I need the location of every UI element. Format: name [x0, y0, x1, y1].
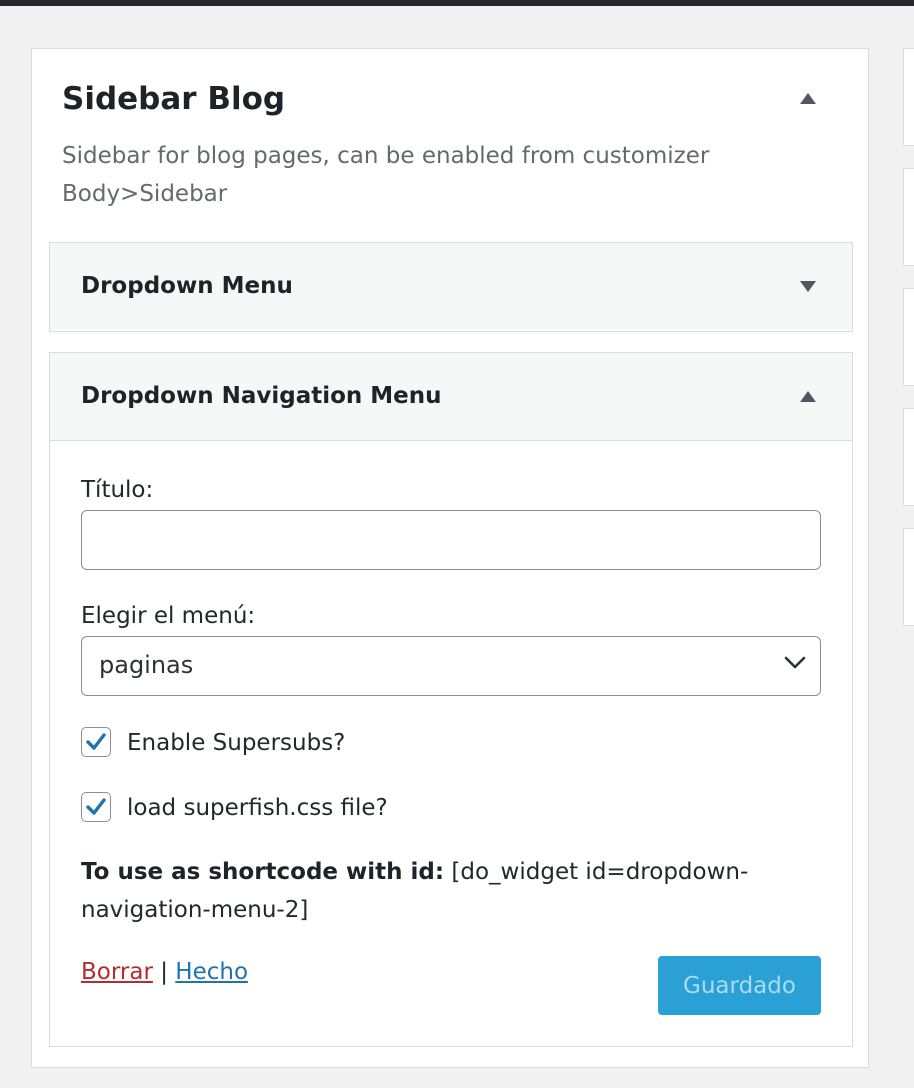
adjacent-sidebar-panel[interactable] [903, 288, 914, 386]
widget-header[interactable]: Dropdown Navigation Menu [50, 353, 852, 441]
triangle-up-icon[interactable] [800, 93, 816, 104]
save-button[interactable]: Guardado [658, 956, 821, 1015]
supersubs-checkbox[interactable] [81, 727, 111, 757]
title-label: Título: [81, 477, 154, 503]
checkmark-icon [86, 798, 106, 815]
adjacent-sidebar-panel[interactable] [903, 528, 914, 626]
sidebar-title[interactable]: Sidebar Blog [62, 79, 285, 119]
superfish-css-label[interactable]: load superfish.css file? [127, 792, 388, 824]
widget-title[interactable]: Dropdown Navigation Menu [81, 353, 442, 440]
checkmark-icon [86, 733, 106, 750]
widget-dropdown-navigation-menu: Dropdown Navigation Menu Título: Elegir … [49, 352, 853, 1047]
title-input[interactable] [81, 510, 821, 570]
widget-dropdown-menu: Dropdown Menu [49, 242, 853, 332]
shortcode-info: To use as shortcode with id: [do_widget … [81, 853, 801, 929]
widget-header[interactable]: Dropdown Menu [50, 243, 852, 330]
sidebar-description: Sidebar for blog pages, can be enabled f… [62, 143, 710, 207]
menu-label: Elegir el menú: [81, 603, 256, 629]
supersubs-label[interactable]: Enable Supersubs? [127, 727, 345, 759]
adjacent-sidebar-panel[interactable] [903, 168, 914, 266]
adjacent-sidebar-panel[interactable] [903, 408, 914, 506]
actions-separator: | [160, 959, 168, 985]
menu-select-value: paginas [99, 651, 194, 679]
widget-title[interactable]: Dropdown Menu [81, 243, 293, 330]
admin-top-bar [0, 0, 914, 6]
widget-actions: Borrar | Hecho [81, 956, 248, 988]
shortcode-label: To use as shortcode with id: [81, 859, 445, 885]
superfish-css-checkbox[interactable] [81, 792, 111, 822]
delete-link[interactable]: Borrar [81, 959, 153, 985]
menu-select[interactable]: paginas [81, 636, 821, 696]
chevron-down-icon [784, 656, 806, 669]
triangle-up-icon[interactable] [800, 391, 816, 402]
adjacent-sidebar-panel[interactable] [903, 48, 914, 146]
sidebar-blog-panel: Sidebar Blog Sidebar for blog pages, can… [31, 48, 869, 1068]
done-link[interactable]: Hecho [175, 959, 248, 985]
triangle-down-icon[interactable] [800, 281, 816, 292]
